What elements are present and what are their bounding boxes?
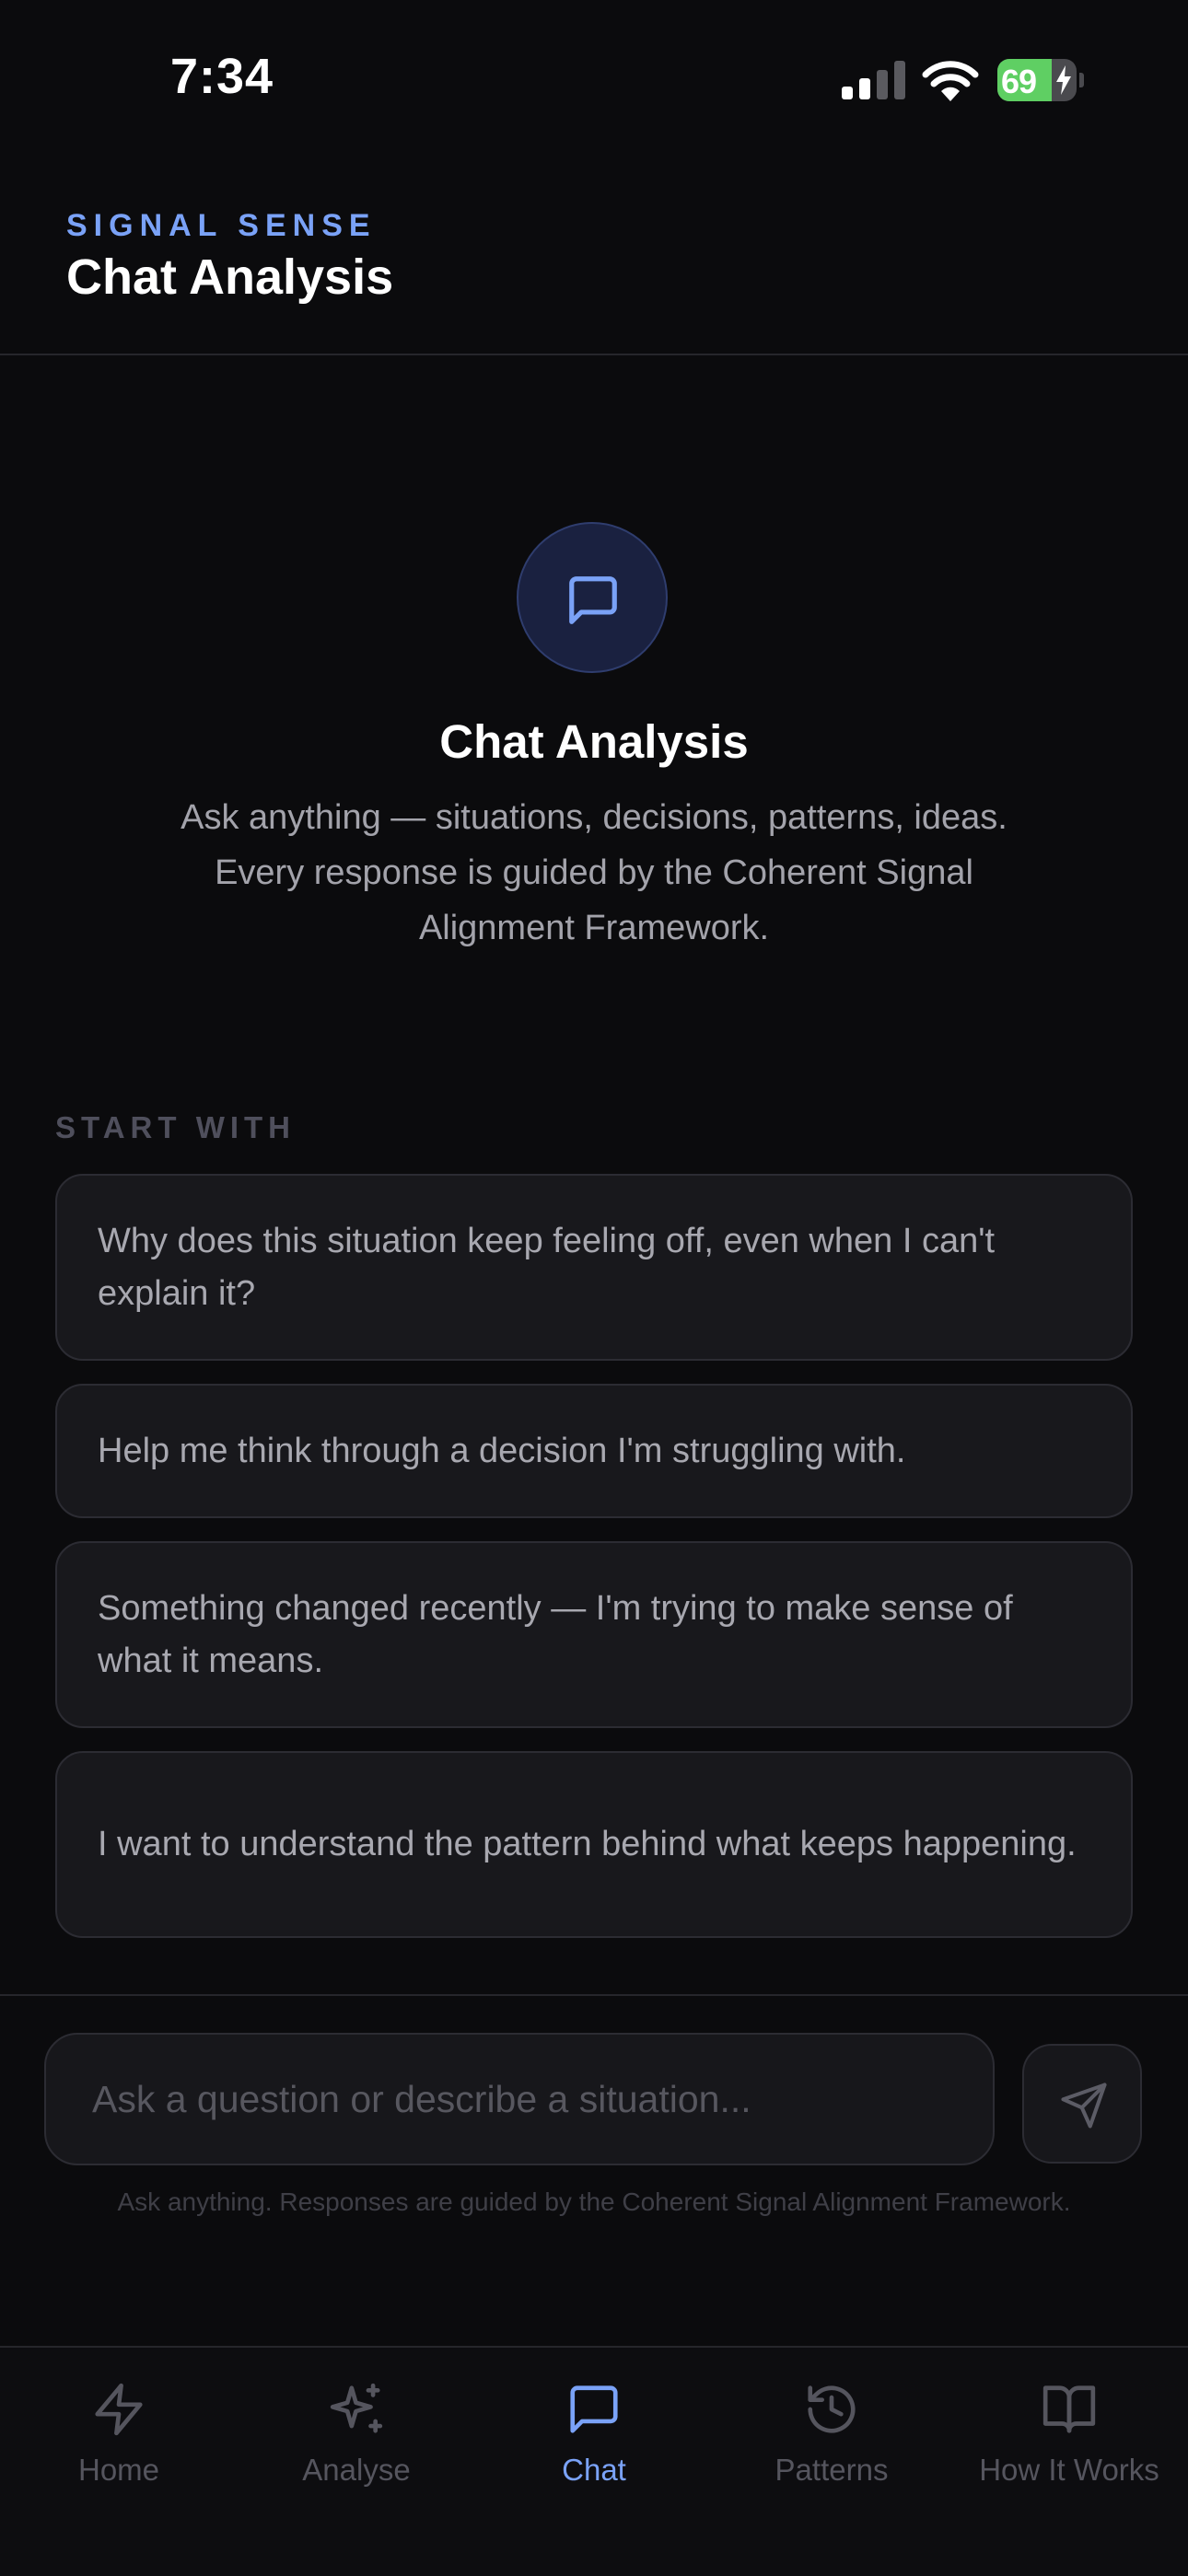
composer-disclaimer: Ask anything. Responses are guided by th…	[117, 2187, 1071, 2216]
chat-message-input[interactable]	[44, 2033, 995, 2165]
sparkles-icon	[330, 2383, 383, 2433]
tab-label: Home	[77, 2453, 160, 2487]
battery-body: 69	[997, 59, 1077, 101]
tab-chat[interactable]: Chat	[475, 2348, 713, 2495]
lightning-icon	[95, 2383, 143, 2436]
send-icon	[1061, 2083, 1107, 2129]
tab-label: Chat	[562, 2453, 626, 2487]
start-with-label: START WITH	[55, 1110, 297, 1144]
tab-label: How It Works	[979, 2453, 1159, 2487]
tab-analyse[interactable]: Analyse	[238, 2348, 475, 2495]
bottom-tab-bar: Home Analyse Chat Patterns How It Works	[0, 2346, 1188, 2576]
send-button[interactable]	[1022, 2044, 1142, 2164]
tab-label: Analyse	[302, 2453, 411, 2487]
charging-bolt-icon	[1056, 65, 1071, 95]
tab-how-it-works[interactable]: How It Works	[950, 2348, 1188, 2495]
battery-level: 69	[1001, 63, 1037, 100]
book-icon	[1042, 2385, 1096, 2433]
hero-title: Chat Analysis	[439, 715, 749, 768]
suggested-prompt-card[interactable]: I want to understand the pattern behind …	[55, 1751, 1133, 1938]
signal-icon	[842, 61, 905, 99]
battery-icon: 69	[997, 59, 1084, 101]
suggested-prompt-text: I want to understand the pattern behind …	[98, 1825, 1077, 1863]
tab-label: Patterns	[775, 2453, 889, 2487]
suggested-prompt-card[interactable]: Why does this situation keep feeling off…	[55, 1174, 1133, 1361]
page-title: Chat Analysis	[66, 249, 394, 305]
chat-bubble-icon	[570, 2385, 618, 2433]
status-bar: 7:34 69	[0, 0, 1188, 157]
suggested-prompt-text: Help me think through a decision I'm str…	[98, 1431, 906, 1470]
chat-bubble-icon	[569, 576, 617, 624]
status-time: 7:34	[170, 49, 274, 104]
history-icon	[808, 2385, 856, 2433]
suggested-prompt-text: Why does this situation keep feeling off…	[98, 1221, 996, 1313]
tab-home[interactable]: Home	[0, 2348, 238, 2495]
wifi-icon	[922, 61, 979, 101]
tab-patterns[interactable]: Patterns	[713, 2348, 950, 2495]
suggested-prompt-card[interactable]: Something changed recently — I'm trying …	[55, 1541, 1133, 1728]
message-composer: Ask anything. Responses are guided by th…	[0, 1994, 1188, 2348]
battery-cap	[1079, 73, 1084, 87]
hero-description: Ask anything — situations, decisions, pa…	[181, 798, 1007, 947]
app-header: SIGNAL SENSE Chat Analysis	[0, 157, 1188, 355]
suggested-prompt-text: Something changed recently — I'm trying …	[98, 1588, 1013, 1680]
hero-icon-badge	[517, 522, 668, 673]
brand-label: SIGNAL SENSE	[66, 208, 377, 243]
suggested-prompt-card[interactable]: Help me think through a decision I'm str…	[55, 1384, 1133, 1518]
